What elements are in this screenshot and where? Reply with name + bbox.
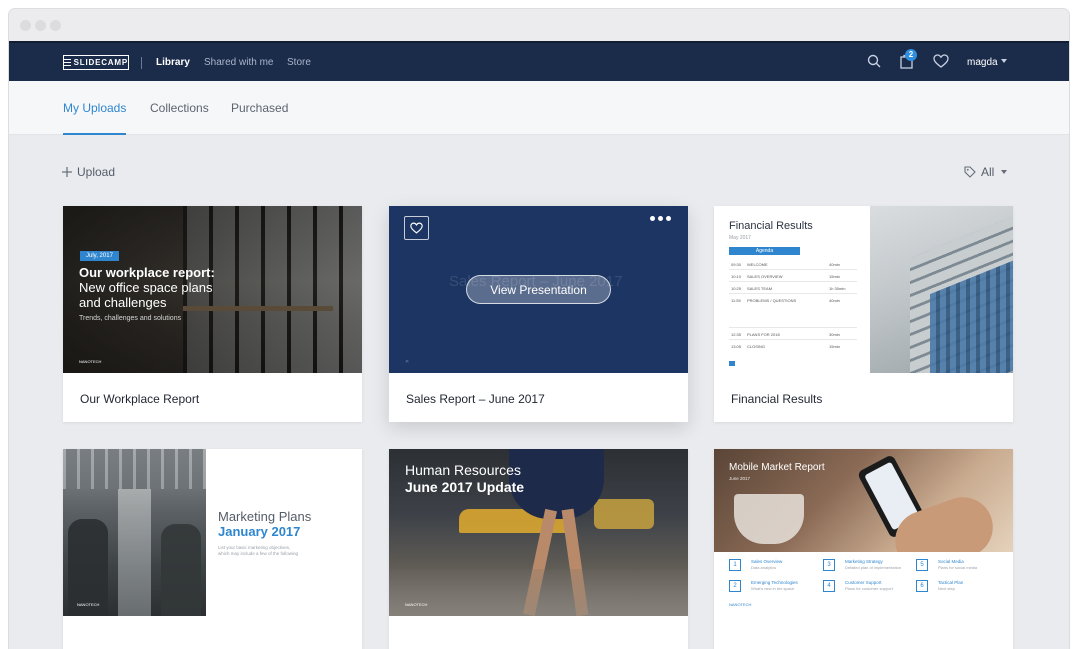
agenda-table: 09:30 WELCOME 40min 10:10 SALES OVERVIEW… [729,258,857,352]
thumb-small-text: List your basic marketing objectives, [218,545,291,550]
thumb-subheading: and challenges [79,295,167,310]
card-title[interactable]: Our Workplace Report [80,392,199,406]
thumb-date: May 2017 [729,235,751,241]
filter-label: All [981,165,995,179]
thumb-logo: NANOTECH [77,602,100,607]
heart-icon[interactable] [933,54,949,68]
user-menu-name[interactable]: magda [967,57,998,68]
view-presentation-label: View Presentation [490,282,587,297]
thumb-heading: Human Resources [405,462,521,478]
presentation-card[interactable]: Sales Report – June 2017 View Presentati… [389,206,688,422]
card-title[interactable]: Sales Report – June 2017 [406,392,545,406]
card-thumbnail[interactable]: Marketing Plans January 2017 List your b… [63,449,362,616]
agenda-row: 13:05 CLOSING 15min [731,344,840,349]
thumb-small-text: which may include a few of the following [218,551,299,556]
thumb-subheading: January 2017 [218,524,301,539]
nav-link-store[interactable]: Store [287,57,311,68]
thumb-heading: Marketing Plans [218,509,312,524]
window-close-dot[interactable] [20,20,31,31]
date-tag: July, 2017 [80,251,119,261]
tab-purchased[interactable]: Purchased [231,101,288,115]
top-navbar: SLIDECAMP Library Shared with me Store 2… [9,41,1069,81]
card-thumbnail[interactable]: Mobile Market Report June 2017 1 Sales O… [714,449,1013,616]
card-title[interactable]: Financial Results [731,392,822,406]
thumb-heading: Mobile Market Report [729,462,825,473]
thumb-subheading: New office space plans [79,280,213,295]
agenda-row: 10:25 SALES TEAM 1h 30min [729,282,857,294]
thumb-logo: NANOTECH [405,602,428,607]
logo-text: SLIDECAMP [73,58,128,67]
library-tabs: My Uploads Collections Purchased [9,81,1069,135]
thumb-date: June 2017 [729,476,751,481]
view-presentation-button[interactable]: View Presentation [466,275,611,304]
card-thumbnail[interactable]: July, 2017 Our workplace report: New off… [63,206,362,373]
nav-link-library[interactable]: Library [156,57,190,68]
presentation-card[interactable]: Human Resources June 2017 Update NANOTEC… [389,449,688,649]
heart-icon [410,222,423,234]
search-icon[interactable] [867,54,881,68]
building-image [870,206,1013,373]
subway-photo [63,449,206,616]
thumb-heading: Financial Results [729,220,813,232]
more-options-icon[interactable] [650,216,671,221]
presentation-card[interactable]: Financial Results May 2017 Agenda 09:30 … [714,206,1013,422]
browser-window: SLIDECAMP Library Shared with me Store 2… [9,9,1069,649]
tab-my-uploads[interactable]: My Uploads [63,101,126,115]
thumb-logo: NANOTECH [729,602,752,607]
card-thumbnail[interactable]: Financial Results May 2017 Agenda 09:30 … [714,206,1013,373]
agenda-row: 11:55 PROBLEMS / QUESTIONS 40min [729,294,857,328]
office-table-image [183,306,333,311]
tab-collections[interactable]: Collections [150,101,209,115]
thumb-logo: NANOTECH [79,359,102,364]
thumb-logo-icon [729,361,735,366]
agenda-header: Agenda [729,247,800,255]
presentation-card[interactable]: Marketing Plans January 2017 List your b… [63,449,362,649]
thumb-heading: Our workplace report: [79,265,215,280]
thumb-subheading: June 2017 Update [405,479,525,495]
tag-icon [964,166,976,178]
card-thumbnail[interactable]: Human Resources June 2017 Update NANOTEC… [389,449,688,616]
thumb-logo-icon: ✕ [405,359,410,365]
upload-button[interactable]: Upload [62,164,115,180]
active-tab-indicator [63,133,126,135]
chevron-down-icon[interactable] [1001,59,1007,63]
window-titlebar [9,9,1069,41]
agenda-row: 12:35 PLANS FOR 2018 30min [729,328,857,340]
agenda-row: 10:10 SALES OVERVIEW 15min [729,270,857,282]
card-thumbnail[interactable]: Sales Report – June 2017 View Presentati… [389,206,688,373]
window-maximize-dot[interactable] [50,20,61,31]
upload-label: Upload [77,165,116,179]
slidecamp-logo[interactable]: SLIDECAMP [63,55,129,70]
plus-icon [62,167,72,177]
filter-chevron-down-icon [1001,170,1008,174]
nav-link-shared-with-me[interactable]: Shared with me [204,57,273,68]
nav-separator [141,57,142,69]
logo-mark-icon [64,59,71,66]
presentation-card[interactable]: July, 2017 Our workplace report: New off… [63,206,362,422]
favorite-button[interactable] [404,216,429,240]
tag-filter-dropdown[interactable]: All [964,164,1008,180]
presentation-card[interactable]: Mobile Market Report June 2017 1 Sales O… [714,449,1013,649]
thumb-small-text: Trends, challenges and solutions [79,315,182,322]
downloads-count-badge: 2 [905,49,917,61]
window-minimize-dot[interactable] [35,20,46,31]
agenda-row: 09:30 WELCOME 40min [729,258,857,270]
